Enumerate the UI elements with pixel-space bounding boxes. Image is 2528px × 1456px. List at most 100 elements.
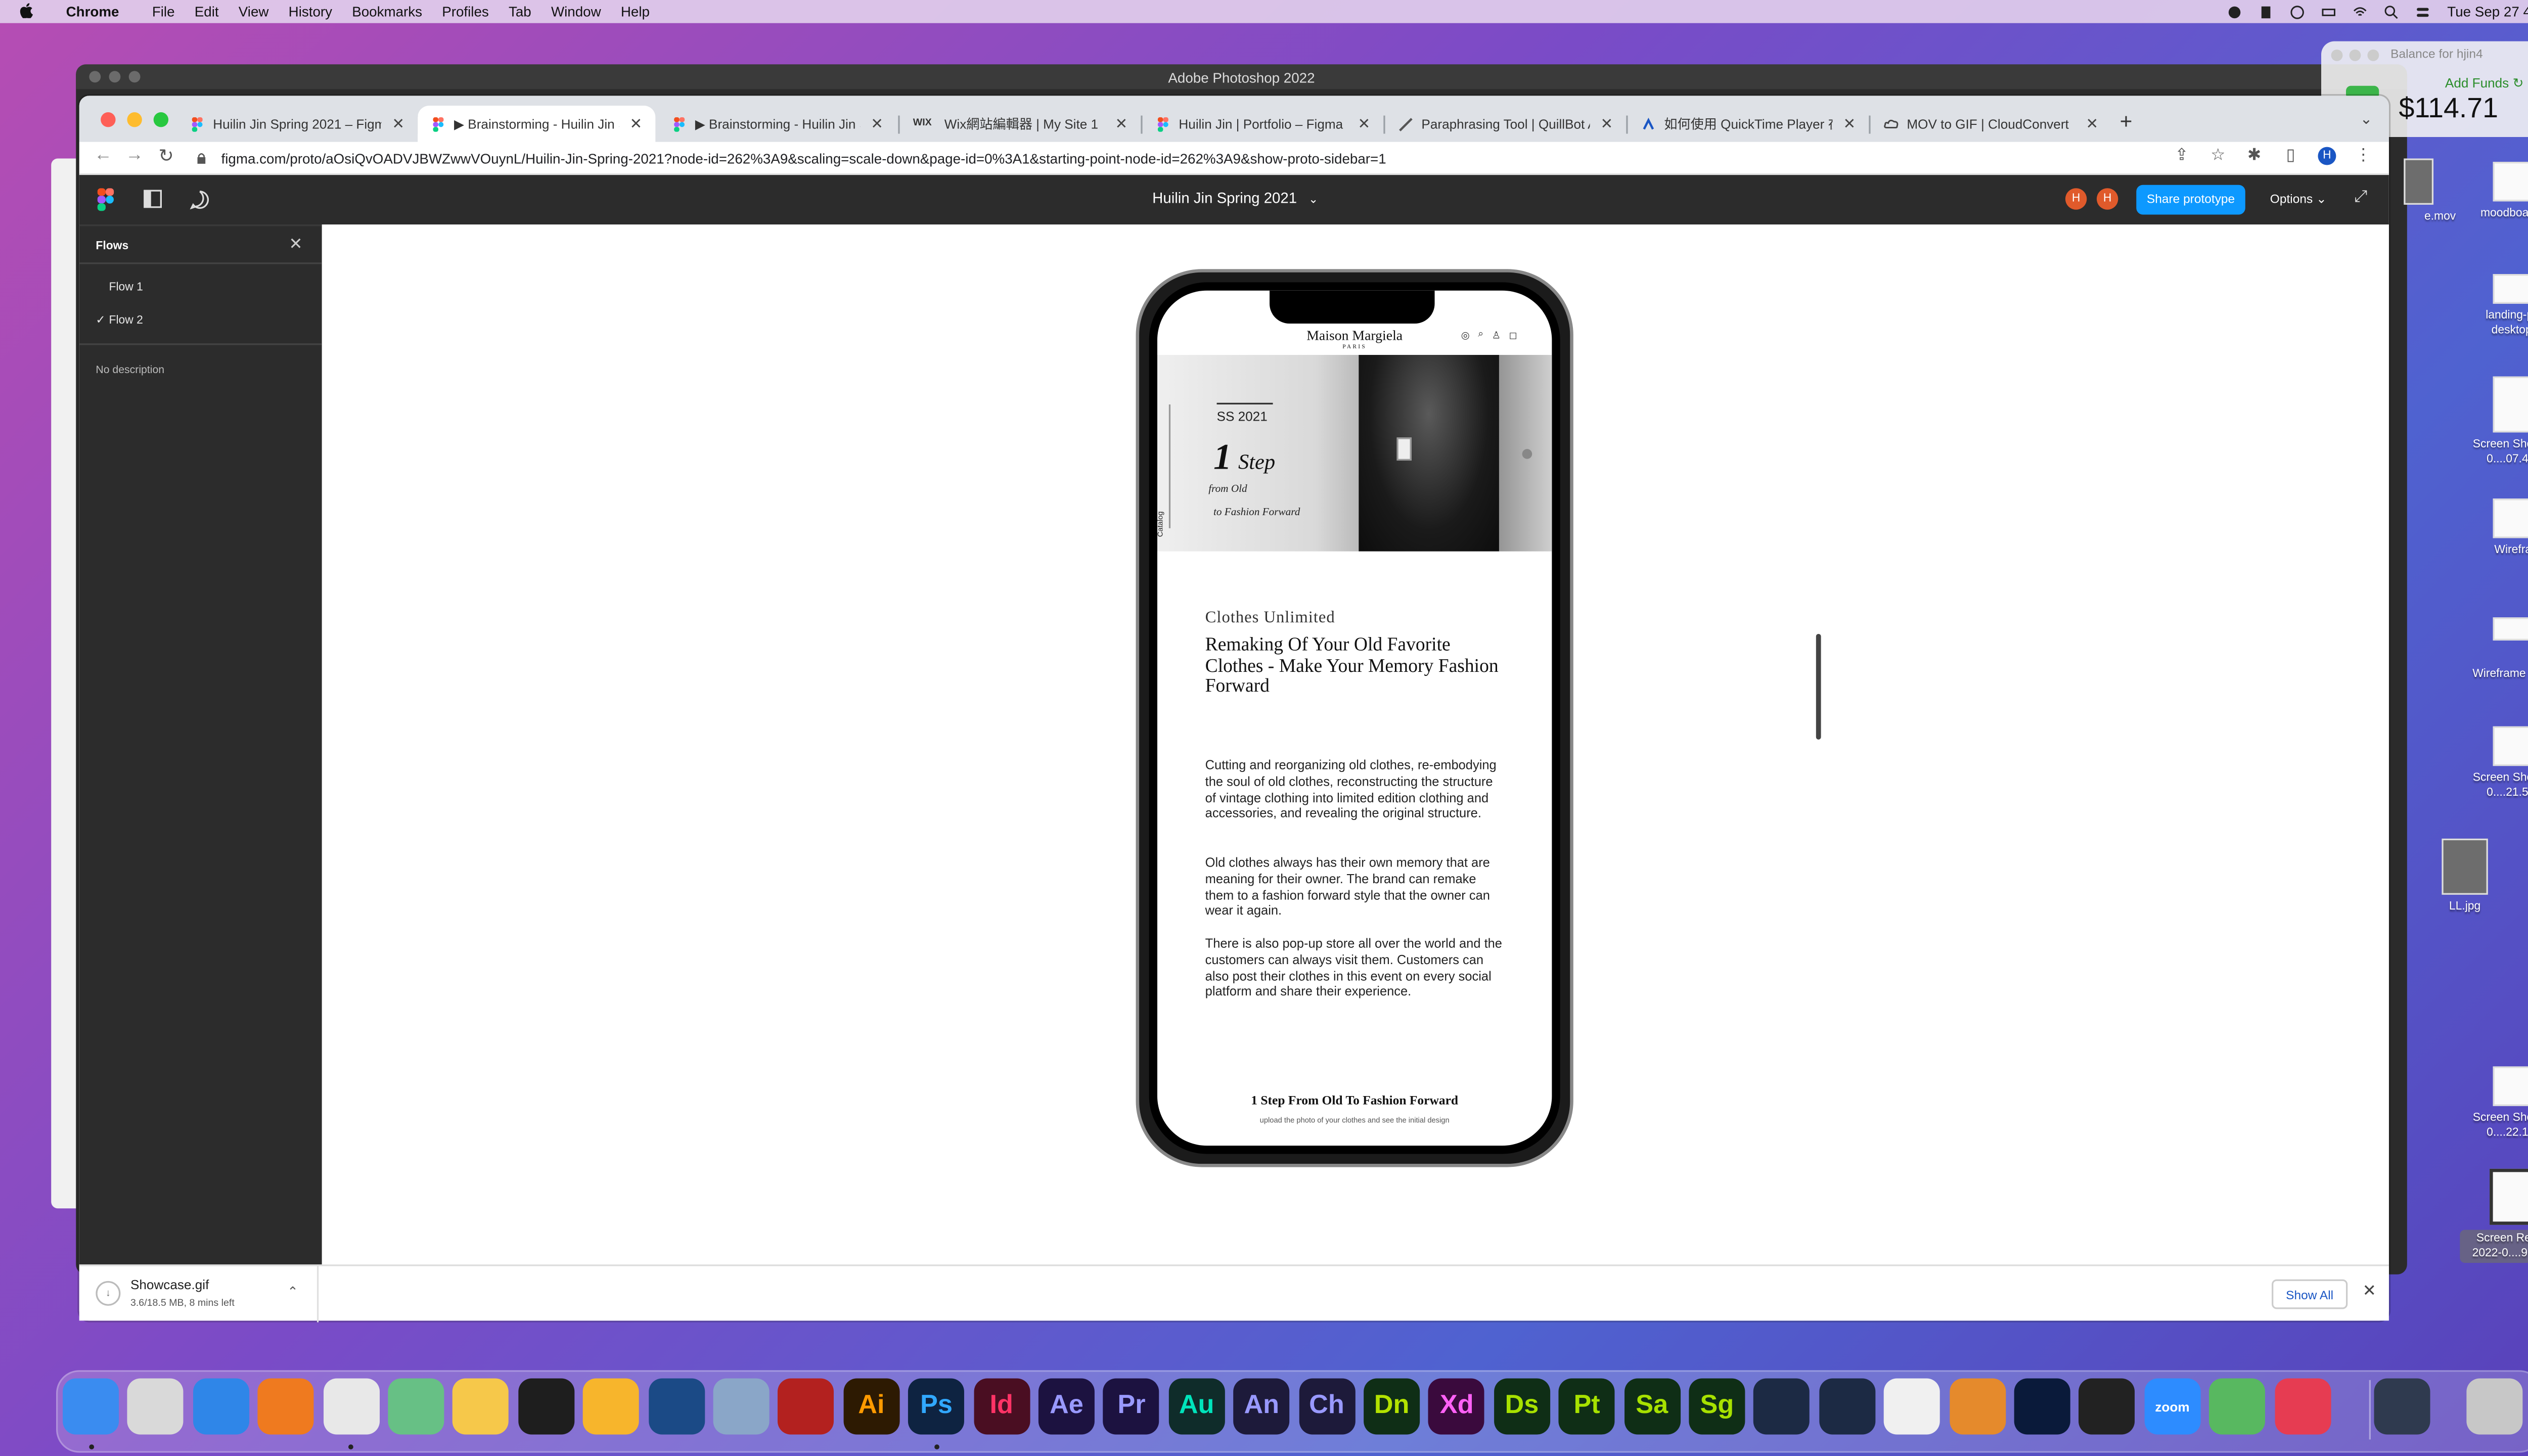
collaborator-avatar[interactable]: H [2096, 188, 2118, 210]
tab-brainstorming-2[interactable]: ▶ Brainstorming - Huilin Jin Sp ✕ [659, 106, 896, 142]
prototype-screen[interactable]: Maison Margiela PARIS ◎ ⌕ ♙ ◻ SS 2021 1 … [1157, 290, 1552, 1146]
wifi-icon[interactable] [2353, 4, 2368, 19]
desktop-file-wireframe-desktop[interactable]: Wireframe desktop [2463, 617, 2528, 681]
dock-safari-icon[interactable] [193, 1378, 249, 1435]
battery-menu-icon[interactable] [2322, 4, 2336, 19]
dock-zoom-icon[interactable]: zoom [2144, 1378, 2200, 1435]
options-dropdown[interactable]: Options ⌄ [2270, 192, 2327, 206]
share-prototype-button[interactable]: Share prototype [2136, 185, 2245, 215]
tab-close-icon[interactable]: ✕ [2086, 115, 2099, 133]
dock-trash-icon[interactable] [2466, 1378, 2523, 1435]
tab-close-icon[interactable]: ✕ [1115, 115, 1128, 133]
menu-bookmarks[interactable]: Bookmarks [342, 4, 432, 20]
menu-app-name[interactable]: Chrome [43, 4, 129, 20]
tab-brainstorming-active[interactable]: ▶ Brainstorming - Huilin Jin Sp ✕ [418, 105, 656, 142]
collaborator-avatar[interactable]: H [2065, 188, 2087, 210]
flow-item-2[interactable]: ✓ Flow 2 [96, 313, 143, 327]
side-panel-icon[interactable]: ▯ [2282, 147, 2300, 165]
ps-close-button[interactable] [89, 71, 101, 83]
dock-preview-icon[interactable] [713, 1378, 770, 1435]
forward-button[interactable]: → [125, 145, 144, 165]
menu-file[interactable]: File [129, 4, 185, 20]
photoshop-titlebar[interactable]: Adobe Photoshop 2022 [76, 64, 2407, 89]
extensions-puzzle-icon[interactable]: ✱ [2245, 147, 2264, 165]
dock-indesign-icon[interactable]: Id [973, 1378, 1030, 1435]
dock-creative-cloud-icon[interactable] [2274, 1378, 2331, 1435]
menu-edit[interactable]: Edit [185, 4, 229, 20]
close-sidebar-icon[interactable]: ✕ [289, 236, 302, 254]
menu-profiles[interactable]: Profiles [432, 4, 499, 20]
bookmark-star-icon[interactable]: ☆ [2209, 147, 2227, 165]
close-download-bar-icon[interactable]: ✕ [2363, 1283, 2376, 1301]
chrome-menu-icon[interactable]: ⋮ [2354, 147, 2372, 165]
dock-premiere-icon[interactable]: Pr [1103, 1378, 1160, 1435]
dock-maps-icon[interactable] [2209, 1378, 2266, 1435]
desktop-file-screenshot-3[interactable]: Screen Shot 2022-0....22.10 PM [2463, 1066, 2528, 1141]
comment-icon[interactable] [190, 190, 210, 210]
dock-firefox-icon[interactable] [257, 1378, 314, 1435]
tab-close-icon[interactable]: ✕ [1601, 115, 1613, 133]
dock-audition-icon[interactable]: Au [1168, 1378, 1225, 1435]
tab-close-icon[interactable]: ✕ [1843, 115, 1856, 133]
minimize-window-button[interactable] [127, 112, 142, 127]
desktop-file-screenshot-1[interactable]: Screen Shot 2022-0....07.43 PM [2463, 376, 2528, 467]
dock-xd-icon[interactable]: Xd [1428, 1378, 1485, 1435]
menu-clock[interactable]: Tue Sep 27 4:51 PM [2447, 4, 2528, 20]
desktop-file-wireframe[interactable]: Wireframe [2463, 498, 2528, 558]
tab-close-icon[interactable]: ✕ [392, 115, 404, 133]
tab-quicktime[interactable]: 如何使用 QuickTime Player 在 M ✕ [1628, 106, 1869, 142]
menu-window[interactable]: Window [541, 4, 611, 20]
dock-photoshop-icon[interactable]: Ps [908, 1378, 965, 1435]
widget-min-button[interactable] [2349, 49, 2361, 61]
bookmark-menu-icon[interactable] [2259, 4, 2274, 19]
toggle-sidebar-icon[interactable] [144, 190, 162, 208]
tab-search-chevron-icon[interactable]: ⌄ [2360, 111, 2373, 129]
menu-history[interactable]: History [279, 4, 342, 20]
dock-substance-stager-icon[interactable]: Sg [1689, 1378, 1745, 1435]
address-bar[interactable]: figma.com/proto/aOsiQvOADVJBWZwwVOuynL/H… [195, 145, 2275, 171]
tab-wix[interactable]: WIX Wix網站編輯器 | My Site 1 ✕ [900, 106, 1141, 142]
dock-substance-painter-icon[interactable]: Pt [1559, 1378, 1615, 1435]
dock-finder-icon[interactable] [63, 1378, 119, 1435]
file-title-dropdown[interactable]: Huilin Jin Spring 2021 ⌄ [1152, 190, 1318, 207]
zoom-window-button[interactable] [153, 112, 169, 127]
dock-animate-icon[interactable]: An [1233, 1378, 1290, 1435]
dock-hype-icon[interactable] [2014, 1378, 2070, 1435]
chevron-up-icon[interactable]: ⌃ [287, 1284, 298, 1299]
desktop-file-landing-page[interactable]: landing-page-desktop.jpg [2463, 274, 2528, 338]
tab-cloudconvert[interactable]: MOV to GIF | CloudConvert ✕ [1871, 106, 2112, 142]
apple-menu-icon[interactable] [0, 2, 43, 21]
download-progress-icon[interactable]: ↓ [96, 1281, 121, 1306]
tab-close-icon[interactable]: ✕ [630, 115, 643, 133]
desktop-file-screen-recording[interactable]: Screen Recording 2022-0....9 PM.mov [2460, 1168, 2528, 1263]
tab-portfolio[interactable]: Huilin Jin | Portfolio – Figma ✕ [1143, 106, 1384, 142]
tab-figma-spring[interactable]: Huilin Jin Spring 2021 – Figma ✕ [176, 106, 418, 142]
dock-sketch-icon[interactable] [583, 1378, 640, 1435]
menu-view[interactable]: View [229, 4, 279, 20]
menu-tab[interactable]: Tab [499, 4, 541, 20]
dock-sketchup-icon[interactable] [648, 1378, 704, 1435]
dock-substance-designer-icon[interactable]: Ds [1494, 1378, 1550, 1435]
dock-speed-icon[interactable] [2079, 1378, 2136, 1435]
dock-cinema4d-lite-icon[interactable] [1819, 1378, 1875, 1435]
desktop-file-screenshot-2[interactable]: Screen Shot 2022-0....21.57 PM [2463, 726, 2528, 801]
dock-figma-icon[interactable] [518, 1378, 574, 1435]
desktop-file-moodboard[interactable]: moodboard.png [2463, 161, 2528, 221]
dock-acrobat-icon[interactable] [778, 1378, 835, 1435]
figma-logo-icon[interactable] [97, 188, 114, 211]
menu-help[interactable]: Help [611, 4, 659, 20]
control-center-icon[interactable] [2416, 4, 2430, 19]
share-icon[interactable]: ⇪ [2173, 147, 2191, 165]
search-icon[interactable]: ⌕ [1478, 330, 1483, 342]
dock-cinema4d-icon[interactable] [1754, 1378, 1811, 1435]
dock-character-animator-icon[interactable]: Ch [1298, 1378, 1355, 1435]
dock-blender-icon[interactable] [1949, 1378, 2006, 1435]
dock-launchpad-icon[interactable] [127, 1378, 184, 1435]
tab-close-icon[interactable]: ✕ [871, 115, 883, 133]
dock-atom-icon[interactable] [388, 1378, 444, 1435]
play-menu-icon[interactable] [2290, 4, 2305, 19]
flow-item-1[interactable]: Flow 1 [96, 282, 143, 294]
dock-illustrator-icon[interactable]: Ai [843, 1378, 899, 1435]
show-all-button[interactable]: Show All [2272, 1279, 2348, 1309]
spotlight-search-icon[interactable] [2384, 4, 2399, 19]
